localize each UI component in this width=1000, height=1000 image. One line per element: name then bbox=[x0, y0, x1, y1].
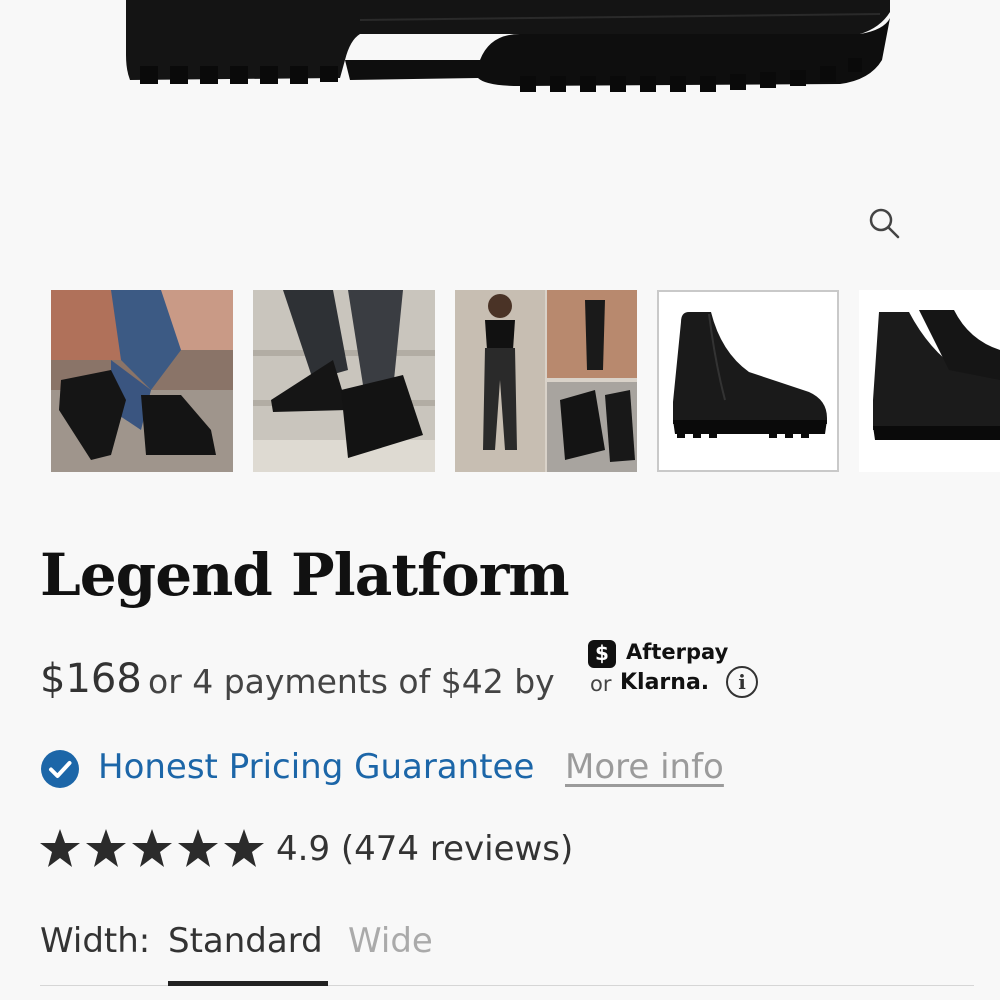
star-rating bbox=[40, 829, 264, 867]
more-info-link[interactable]: More info bbox=[565, 747, 724, 787]
zoom-icon[interactable] bbox=[864, 203, 904, 243]
thumbnail-walking-street[interactable] bbox=[51, 290, 233, 472]
thumbnail-boot-side-view[interactable] bbox=[657, 290, 839, 472]
or-label: or bbox=[590, 672, 612, 696]
star-icon bbox=[40, 829, 80, 867]
bnpl-providers: $ Afterpay or Klarna. bbox=[588, 640, 728, 710]
selected-width-indicator bbox=[168, 981, 328, 986]
thumbnail-outfit-collage[interactable] bbox=[455, 290, 637, 472]
rating-summary[interactable]: 4.9 (474 reviews) bbox=[276, 829, 573, 869]
star-icon bbox=[178, 829, 218, 867]
hero-product-image[interactable] bbox=[0, 0, 1000, 200]
afterpay-icon: $ bbox=[588, 640, 616, 668]
rating-row[interactable]: 4.9 (474 reviews) bbox=[40, 825, 640, 880]
thumbnail-boot-pair-partial[interactable] bbox=[859, 290, 1000, 472]
verified-check-icon bbox=[41, 750, 79, 788]
product-title: Legend Platform bbox=[40, 541, 570, 609]
price-row: $168 or 4 payments of $42 by $ Afterpay … bbox=[40, 640, 800, 720]
afterpay-icon-symbol: $ bbox=[595, 641, 609, 665]
afterpay-label: Afterpay bbox=[626, 640, 729, 664]
product-price: $168 bbox=[40, 656, 142, 702]
honest-pricing-row: Honest Pricing Guarantee More info bbox=[40, 745, 800, 795]
thumbnail-gallery bbox=[0, 290, 1000, 475]
width-option-wide[interactable]: Wide bbox=[348, 921, 433, 961]
honest-pricing-label: Honest Pricing Guarantee bbox=[98, 747, 535, 787]
installments-text: or 4 payments of $42 by bbox=[148, 662, 555, 701]
star-icon bbox=[86, 829, 126, 867]
width-option-standard[interactable]: Standard bbox=[168, 921, 323, 961]
width-selector: Width: Standard Wide bbox=[40, 915, 980, 986]
star-icon bbox=[224, 829, 264, 867]
star-icon bbox=[132, 829, 172, 867]
klarna-label: Klarna. bbox=[620, 670, 710, 695]
thumbnail-stairs-closeup[interactable] bbox=[253, 290, 435, 472]
info-icon[interactable]: i bbox=[726, 666, 758, 698]
width-label: Width: bbox=[40, 921, 151, 961]
